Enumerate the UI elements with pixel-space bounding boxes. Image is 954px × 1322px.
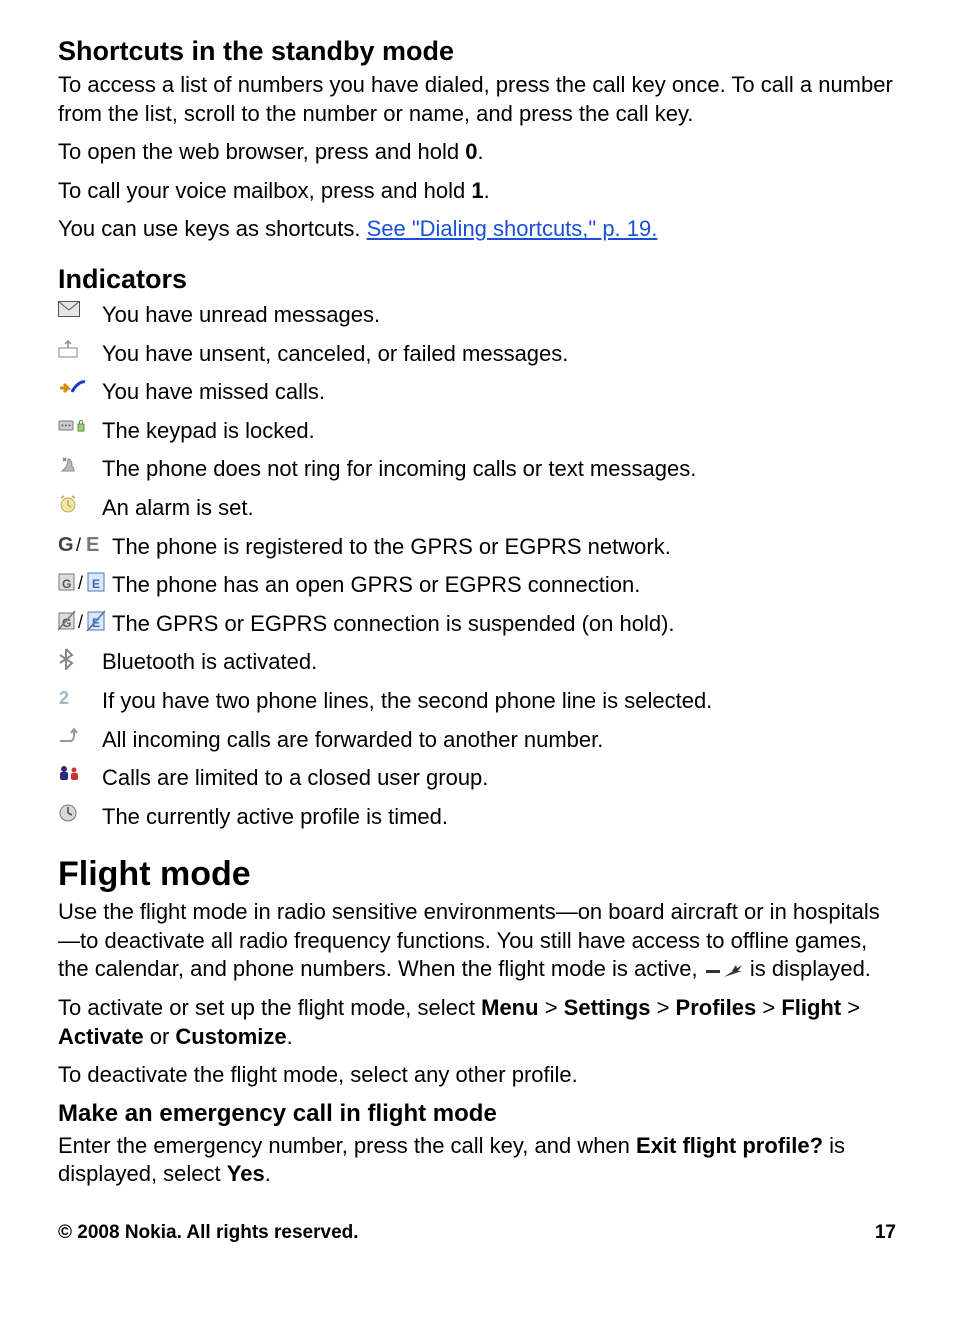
text: . xyxy=(484,178,490,203)
heading-indicators: Indicators xyxy=(58,264,896,295)
indicator-item: G / E The phone has an open GPRS or EGPR… xyxy=(58,571,896,600)
outbox-icon xyxy=(58,340,102,358)
text: > xyxy=(650,995,675,1020)
paragraph: To call your voice mailbox, press and ho… xyxy=(58,177,896,206)
text-bold: 1 xyxy=(471,178,483,203)
indicator-text: Calls are limited to a closed user group… xyxy=(102,764,896,793)
text-bold: Menu xyxy=(481,995,538,1020)
gprs-suspended-icon: G / E xyxy=(58,610,112,634)
forward-icon xyxy=(58,726,102,744)
bluetooth-icon xyxy=(58,648,102,670)
indicator-text: All incoming calls are forwarded to anot… xyxy=(102,726,896,755)
text: To activate or set up the flight mode, s… xyxy=(58,995,481,1020)
flight-mode-icon xyxy=(704,963,744,979)
indicator-text: You have unread messages. xyxy=(102,301,896,330)
line2-icon: 2 xyxy=(58,687,102,707)
alarm-icon xyxy=(58,494,102,514)
indicator-text: Bluetooth is activated. xyxy=(102,648,896,677)
envelope-icon xyxy=(58,301,102,317)
paragraph: To deactivate the flight mode, select an… xyxy=(58,1061,896,1090)
text: > xyxy=(756,995,781,1020)
text-bold: Customize xyxy=(175,1024,286,1049)
indicator-item: 2 If you have two phone lines, the secon… xyxy=(58,687,896,716)
text-bold: Flight xyxy=(781,995,841,1020)
indicator-text: If you have two phone lines, the second … xyxy=(102,687,896,716)
indicator-item: G / E The GPRS or EGPRS connection is su… xyxy=(58,610,896,639)
indicator-text: The phone has an open GPRS or EGPRS conn… xyxy=(112,571,896,600)
text-bold: Activate xyxy=(58,1024,144,1049)
text: Enter the emergency number, press the ca… xyxy=(58,1133,636,1158)
indicator-text: An alarm is set. xyxy=(102,494,896,523)
indicator-text: The phone does not ring for incoming cal… xyxy=(102,455,896,484)
heading-flight-mode: Flight mode xyxy=(58,855,896,894)
paragraph: You can use keys as shortcuts. See "Dial… xyxy=(58,215,896,244)
indicator-item: The phone does not ring for incoming cal… xyxy=(58,455,896,484)
text-bold: Exit flight profile? xyxy=(636,1133,823,1158)
paragraph: Enter the emergency number, press the ca… xyxy=(58,1132,896,1189)
text: or xyxy=(144,1024,176,1049)
text-bold: 0 xyxy=(465,139,477,164)
closed-group-icon xyxy=(58,764,102,782)
svg-text:/: / xyxy=(76,535,81,555)
indicator-text: The currently active profile is timed. xyxy=(102,803,896,832)
svg-text:2: 2 xyxy=(59,688,69,707)
indicator-text: You have missed calls. xyxy=(102,378,896,407)
silent-icon xyxy=(58,455,102,475)
paragraph: To activate or set up the flight mode, s… xyxy=(58,994,896,1051)
copyright-text: © 2008 Nokia. All rights reserved. xyxy=(58,1222,359,1244)
paragraph: To access a list of numbers you have dia… xyxy=(58,71,896,128)
indicator-item: Bluetooth is activated. xyxy=(58,648,896,677)
text: To open the web browser, press and hold xyxy=(58,139,465,164)
svg-text:/: / xyxy=(78,612,83,632)
indicator-item: An alarm is set. xyxy=(58,494,896,523)
timed-profile-icon xyxy=(58,803,102,823)
indicator-item: You have unread messages. xyxy=(58,301,896,330)
text-bold: Yes xyxy=(227,1161,265,1186)
page-footer: © 2008 Nokia. All rights reserved. 17 xyxy=(58,1222,896,1244)
text-bold: Settings xyxy=(564,995,651,1020)
text: . xyxy=(478,139,484,164)
paragraph: To open the web browser, press and hold … xyxy=(58,138,896,167)
indicator-item: Calls are limited to a closed user group… xyxy=(58,764,896,793)
indicator-item: G / E The phone is registered to the GPR… xyxy=(58,533,896,562)
page-number: 17 xyxy=(875,1222,896,1244)
heading-shortcuts: Shortcuts in the standby mode xyxy=(58,36,896,67)
indicator-text: The keypad is locked. xyxy=(102,417,896,446)
heading-emergency-call: Make an emergency call in flight mode xyxy=(58,1100,896,1128)
indicator-item: You have missed calls. xyxy=(58,378,896,407)
indicator-item: You have unsent, canceled, or failed mes… xyxy=(58,340,896,369)
paragraph: Use the flight mode in radio sensitive e… xyxy=(58,898,896,984)
svg-text:G: G xyxy=(58,534,74,555)
indicator-item: The keypad is locked. xyxy=(58,417,896,446)
text: > xyxy=(841,995,860,1020)
text: You can use keys as shortcuts. xyxy=(58,216,367,241)
link-dialing-shortcuts[interactable]: See "Dialing shortcuts," p. 19. xyxy=(367,216,658,241)
indicator-text: You have unsent, canceled, or failed mes… xyxy=(102,340,896,369)
indicator-item: All incoming calls are forwarded to anot… xyxy=(58,726,896,755)
text: > xyxy=(539,995,564,1020)
indicator-text: The GPRS or EGPRS connection is suspende… xyxy=(112,610,896,639)
svg-text:G: G xyxy=(62,577,71,591)
svg-text:E: E xyxy=(86,534,99,555)
text: is displayed. xyxy=(750,956,871,981)
gprs-open-icon: G / E xyxy=(58,571,112,593)
text: To call your voice mailbox, press and ho… xyxy=(58,178,471,203)
indicator-item: The currently active profile is timed. xyxy=(58,803,896,832)
keypad-lock-icon xyxy=(58,417,102,433)
svg-text:E: E xyxy=(92,577,100,591)
missed-call-icon xyxy=(58,378,102,396)
text-bold: Profiles xyxy=(676,995,757,1020)
indicator-list: You have unread messages. You have unsen… xyxy=(58,301,896,831)
indicator-text: The phone is registered to the GPRS or E… xyxy=(112,533,896,562)
svg-text:/: / xyxy=(78,573,83,593)
gprs-g-e-icon: G / E xyxy=(58,533,112,555)
text: . xyxy=(265,1161,271,1186)
text: . xyxy=(287,1024,293,1049)
document-page: Shortcuts in the standby mode To access … xyxy=(0,0,954,1322)
